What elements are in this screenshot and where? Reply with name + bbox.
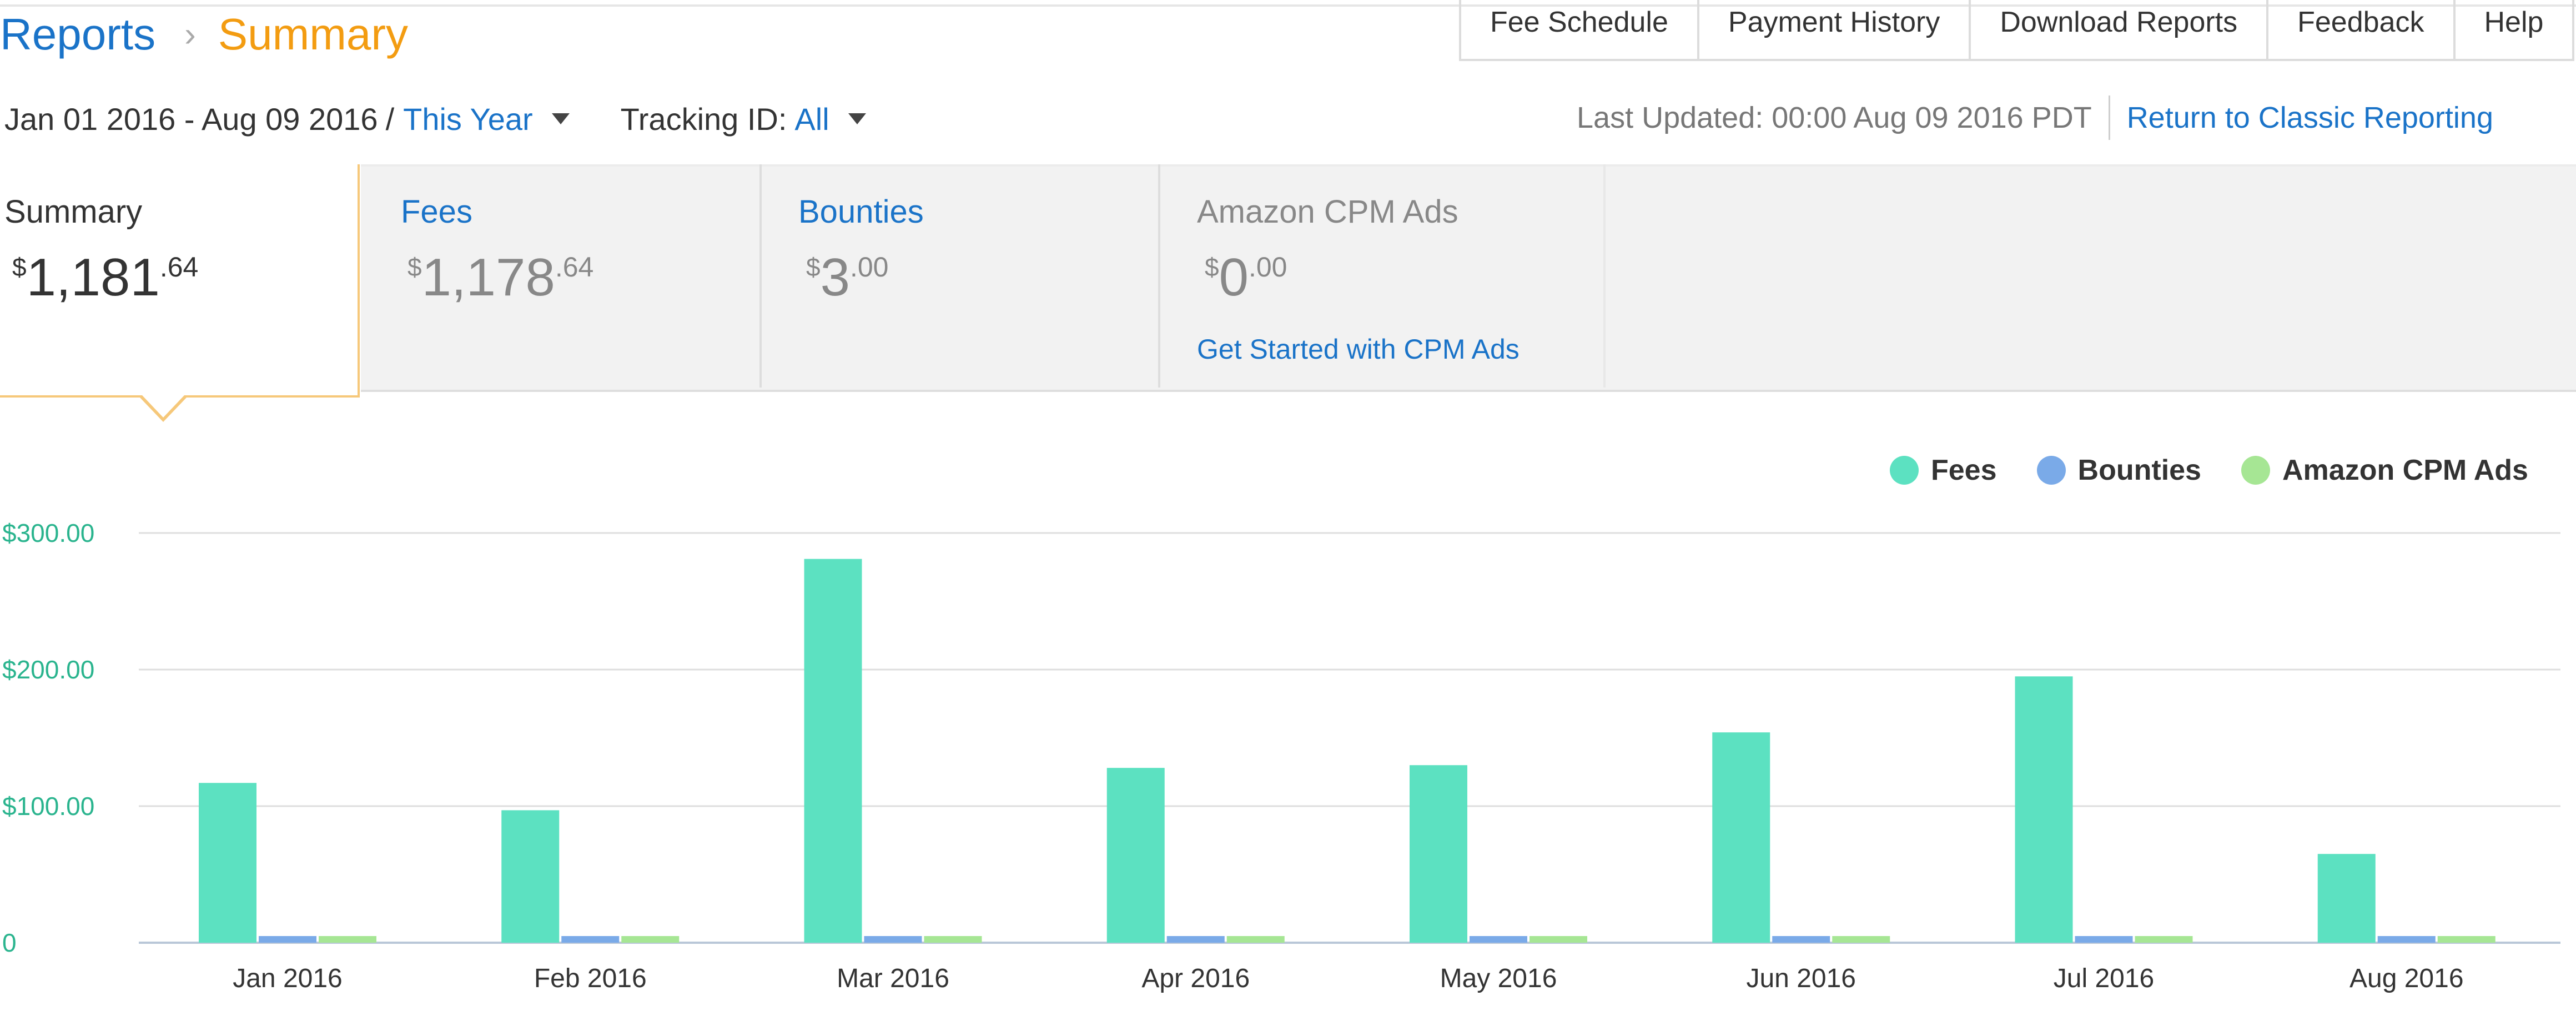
tracking-id-dropdown[interactable]: All: [794, 101, 829, 137]
bar-amazon-cpm-ads[interactable]: [2135, 936, 2193, 943]
cpm-amount: $0.00: [1205, 251, 1287, 304]
chart-bars: [199, 559, 2496, 943]
y-tick-label: 0: [2, 928, 17, 957]
bounties-cents: .00: [849, 252, 889, 283]
fees-legend-dot-icon: [1890, 456, 1919, 485]
chart-y-axis: 0 $100.00 $200.00 $300.00: [2, 519, 94, 957]
bar-amazon-cpm-ads[interactable]: [1530, 936, 1587, 943]
bounties-amount: $3.00: [806, 251, 889, 304]
legend-item-bounties[interactable]: Bounties: [2036, 454, 2201, 487]
cpm-tile-title: Amazon CPM Ads: [1197, 194, 1458, 230]
bar-bounties[interactable]: [2377, 936, 2436, 943]
summary-whole: 1,181: [26, 248, 160, 307]
bar-fees[interactable]: [1410, 765, 1467, 943]
bar-fees[interactable]: [1106, 768, 1165, 943]
fees-cents: .64: [555, 252, 594, 283]
summary-currency: $: [12, 253, 27, 281]
bar-amazon-cpm-ads[interactable]: [924, 936, 982, 943]
filter-bar: Jan 01 2016 - Aug 09 2016 / This Year Tr…: [4, 98, 866, 140]
tab-payment-history[interactable]: Payment History: [1699, 0, 1971, 59]
page-title: Summary: [218, 9, 409, 59]
bar-fees[interactable]: [501, 810, 560, 943]
tile-divider: [759, 164, 762, 388]
summary-amount: $1,181.64: [12, 251, 198, 304]
tile-pointer-fill: [142, 395, 184, 418]
chart-legend: Fees Bounties Amazon CPM Ads: [1890, 451, 2528, 490]
bar-bounties[interactable]: [1772, 936, 1830, 943]
bar-amazon-cpm-ads[interactable]: [621, 936, 680, 943]
tile-divider: [1158, 164, 1160, 388]
x-tick-label: May 2016: [1440, 964, 1557, 993]
tab-download-reports[interactable]: Download Reports: [1971, 0, 2269, 59]
x-tick-label: Aug 2016: [2349, 964, 2464, 993]
legend-item-cpm[interactable]: Amazon CPM Ads: [2241, 454, 2528, 487]
y-tick-label: $200.00: [2, 655, 94, 684]
bar-amazon-cpm-ads[interactable]: [1226, 936, 1285, 943]
bar-bounties[interactable]: [2075, 936, 2133, 943]
fees-amount: $1,178.64: [407, 251, 593, 304]
top-nav: Fee Schedule Payment History Download Re…: [1459, 0, 2575, 61]
breadcrumb-reports-link[interactable]: Reports: [0, 9, 155, 60]
y-tick-label: $100.00: [2, 792, 94, 821]
breadcrumb: Reports › Summary: [0, 7, 408, 62]
cpm-legend-dot-icon: [2241, 456, 2270, 485]
last-updated-bar: Last Updated: 00:00 Aug 09 2016 PDT Retu…: [1577, 95, 2493, 140]
bar-amazon-cpm-ads[interactable]: [1832, 936, 1890, 943]
period-dropdown[interactable]: This Year: [403, 101, 533, 137]
y-tick-label: $300.00: [2, 519, 94, 547]
chevron-right-icon: ›: [184, 15, 196, 54]
date-range-text: Jan 01 2016 - Aug 09 2016: [4, 101, 378, 137]
bar-bounties[interactable]: [561, 936, 620, 943]
classic-reporting-link[interactable]: Return to Classic Reporting: [2127, 100, 2493, 135]
x-tick-label: Jul 2016: [2054, 964, 2154, 993]
x-tick-label: Apr 2016: [1141, 964, 1250, 993]
bounties-currency: $: [806, 253, 821, 281]
summary-cents: .64: [159, 252, 199, 283]
bar-amazon-cpm-ads[interactable]: [319, 936, 376, 943]
bounties-legend-dot-icon: [2036, 456, 2066, 485]
tracking-id-label: Tracking ID:: [620, 101, 787, 137]
cpm-currency: $: [1205, 253, 1219, 281]
period-chevron-down-icon[interactable]: [551, 113, 570, 124]
bar-fees[interactable]: [1712, 732, 1770, 943]
tracking-chevron-down-icon[interactable]: [848, 113, 866, 124]
bar-bounties[interactable]: [1470, 936, 1527, 943]
x-tick-label: Feb 2016: [534, 964, 647, 993]
bar-fees[interactable]: [199, 783, 256, 943]
x-tick-label: Mar 2016: [837, 964, 949, 993]
bar-bounties[interactable]: [1166, 936, 1225, 943]
tile-divider: [1603, 164, 1606, 388]
fees-whole: 1,178: [421, 248, 555, 307]
bar-fees[interactable]: [804, 559, 862, 943]
tab-help[interactable]: Help: [2456, 0, 2575, 59]
bounties-whole: 3: [820, 248, 850, 307]
cpm-cents: .00: [1248, 252, 1287, 283]
x-tick-label: Jan 2016: [233, 964, 343, 993]
date-range-separator: /: [385, 101, 395, 137]
legend-label-fees: Fees: [1931, 454, 1997, 486]
legend-label-cpm: Amazon CPM Ads: [2282, 454, 2528, 486]
cpm-whole: 0: [1219, 248, 1249, 307]
bar-amazon-cpm-ads[interactable]: [2437, 936, 2496, 943]
bar-fees[interactable]: [2317, 854, 2376, 943]
summary-tile-title: Summary: [4, 194, 143, 230]
bar-fees[interactable]: [2015, 676, 2073, 943]
bounties-tile-title[interactable]: Bounties: [798, 193, 924, 230]
bar-bounties[interactable]: [864, 936, 922, 943]
bar-bounties[interactable]: [259, 936, 316, 943]
earnings-bar-chart: 0 $100.00 $200.00 $300.00 Jan 2016 Feb 2016 M…: [2, 519, 2560, 993]
chart-x-axis: Jan 2016 Feb 2016 Mar 2016 Apr 2016 May 2016…: [233, 964, 2463, 993]
legend-item-fees[interactable]: Fees: [1890, 454, 1997, 487]
fees-currency: $: [407, 253, 422, 281]
legend-label-bounties: Bounties: [2077, 454, 2201, 486]
tab-feedback[interactable]: Feedback: [2268, 0, 2456, 59]
divider: [2108, 95, 2110, 140]
tab-fee-schedule[interactable]: Fee Schedule: [1461, 0, 1699, 59]
x-tick-label: Jun 2016: [1746, 964, 1856, 993]
last-updated-text: Last Updated: 00:00 Aug 09 2016 PDT: [1577, 101, 2092, 134]
cpm-get-started-link[interactable]: Get Started with CPM Ads: [1197, 333, 1520, 365]
fees-tile-title[interactable]: Fees: [401, 193, 472, 230]
